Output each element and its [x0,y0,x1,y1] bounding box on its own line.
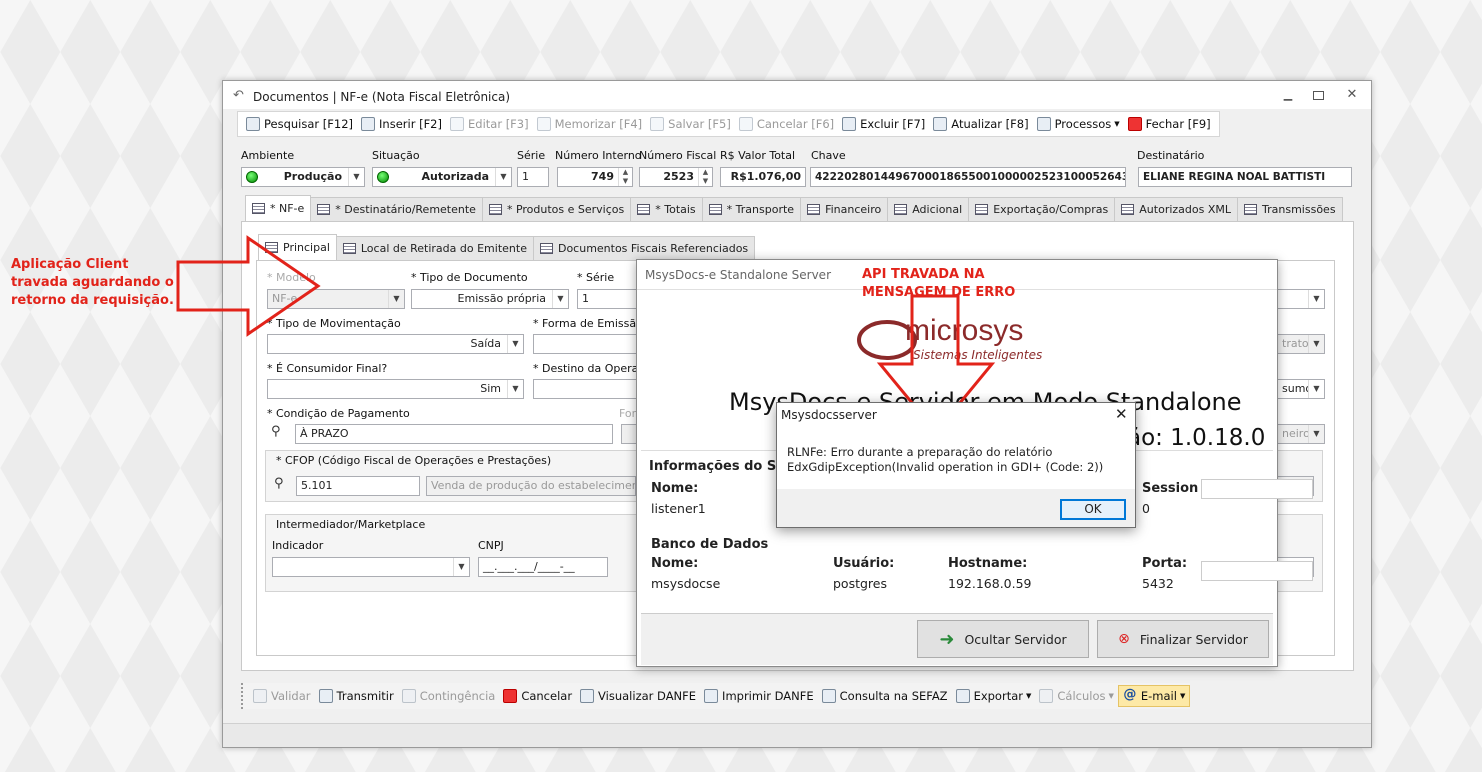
api-annotation-line2: MENSAGEM DE ERRO [862,285,1016,300]
api-annotation: API TRAVADA NA MENSAGEM DE ERRO [862,266,1015,302]
error-dialog: Msysdocsserver ✕ RLNFe: Erro durante a p… [776,402,1136,528]
client-annotation: Aplicação Client travada aguardando o re… [11,256,174,310]
dialog-close-icon[interactable]: ✕ [1115,405,1128,423]
dialog-title: Msysdocsserver [781,408,877,422]
client-annotation-line3: retorno da requisição. [11,293,174,308]
client-annotation-line1: Aplicação Client [11,257,129,272]
client-annotation-line2: travada aguardando o [11,275,174,290]
annotation-arrows [176,235,996,435]
api-annotation-line1: API TRAVADA NA [862,267,985,282]
ok-button[interactable]: OK [1060,499,1126,520]
dialog-message-line2: EdxGdipException(Invalid operation in GD… [787,460,1104,474]
dialog-message-line1: RLNFe: Erro durante a preparação do rela… [787,445,1053,459]
right-arrow-shape [176,235,321,337]
